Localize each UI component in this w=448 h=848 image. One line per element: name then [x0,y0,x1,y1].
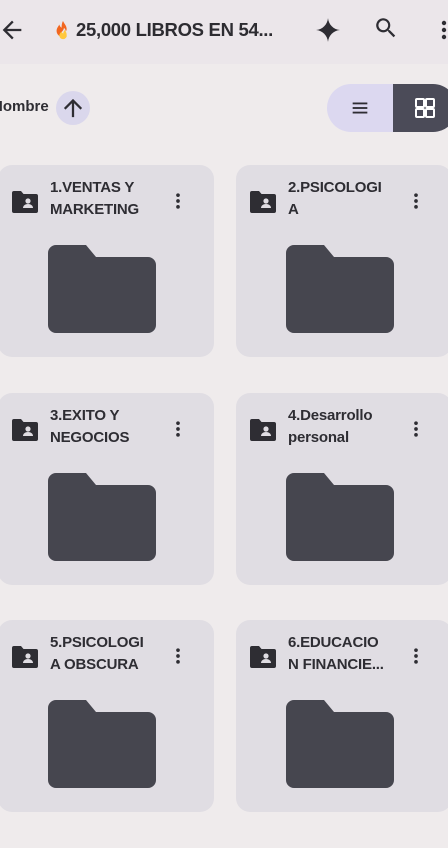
folder-thumbnail-icon [286,473,394,561]
folder-more-button[interactable] [166,642,190,670]
more-vert-icon [414,648,418,664]
folder-card[interactable]: 4.Desarrollo personal [236,393,448,585]
arrow-left-icon [2,20,22,40]
gemini-button[interactable] [310,12,346,48]
folder-more-button[interactable] [404,642,428,670]
shared-folder-icon [12,646,38,668]
folder-card[interactable]: 5.PSICOLOGIA OBSCURA [0,620,214,812]
folder-title: 25,000 LIBROS EN 54... [52,18,297,42]
folder-more-button[interactable] [404,415,428,443]
back-button[interactable] [0,12,30,48]
folder-card[interactable]: 1.VENTAS Y MARKETING [0,165,214,357]
folder-title-text: 25,000 LIBROS EN 54... [76,19,273,40]
sort-direction-button[interactable] [56,91,90,125]
folder-name: 6.EDUCACION FINANCIE... [288,634,384,673]
gemini-sparkle-icon [316,18,340,42]
list-view-icon [352,102,368,114]
sort-label[interactable]: Nombre [0,98,49,115]
grid-view-icon [415,98,435,118]
fire-emoji-icon [52,19,74,41]
folder-thumbnail-icon [286,700,394,788]
folder-card[interactable]: 6.EDUCACION FINANCIE... [236,620,448,812]
search-icon [376,18,396,38]
folder-thumbnail-icon [286,245,394,333]
shared-folder-icon [250,191,276,213]
folder-name: 4.Desarrollo personal [288,407,373,446]
more-vert-icon [176,648,180,664]
more-vert-icon [441,20,447,40]
grid-view-button[interactable] [393,84,448,132]
folder-more-button[interactable] [166,187,190,215]
search-button[interactable] [368,10,404,46]
more-vert-icon [176,421,180,437]
folder-card[interactable]: 2.PSICOLOGIA [236,165,448,357]
folder-name: 1.VENTAS Y MARKETING [50,179,140,218]
more-vert-icon [414,421,418,437]
more-vert-icon [176,193,180,209]
folder-card[interactable]: 3.EXITO Y NEGOCIOS [0,393,214,585]
top-app-bar: 25,000 LIBROS EN 54... [0,0,448,64]
folder-thumbnail-icon [48,245,156,333]
folder-thumbnail-icon [48,700,156,788]
more-options-button[interactable] [432,12,448,48]
more-vert-icon [414,193,418,209]
view-toggle [327,84,448,132]
folder-name: 3.EXITO Y NEGOCIOS [50,407,130,446]
folder-name: 5.PSICOLOGIA OBSCURA [50,634,144,673]
shared-folder-icon [250,646,276,668]
shared-folder-icon [250,419,276,441]
folder-more-button[interactable] [166,415,190,443]
folder-thumbnail-icon [48,473,156,561]
list-view-button[interactable] [327,84,393,132]
arrow-up-icon [63,98,83,118]
folder-name: 2.PSICOLOGIA [288,179,382,218]
shared-folder-icon [12,191,38,213]
shared-folder-icon [12,419,38,441]
folder-more-button[interactable] [404,187,428,215]
